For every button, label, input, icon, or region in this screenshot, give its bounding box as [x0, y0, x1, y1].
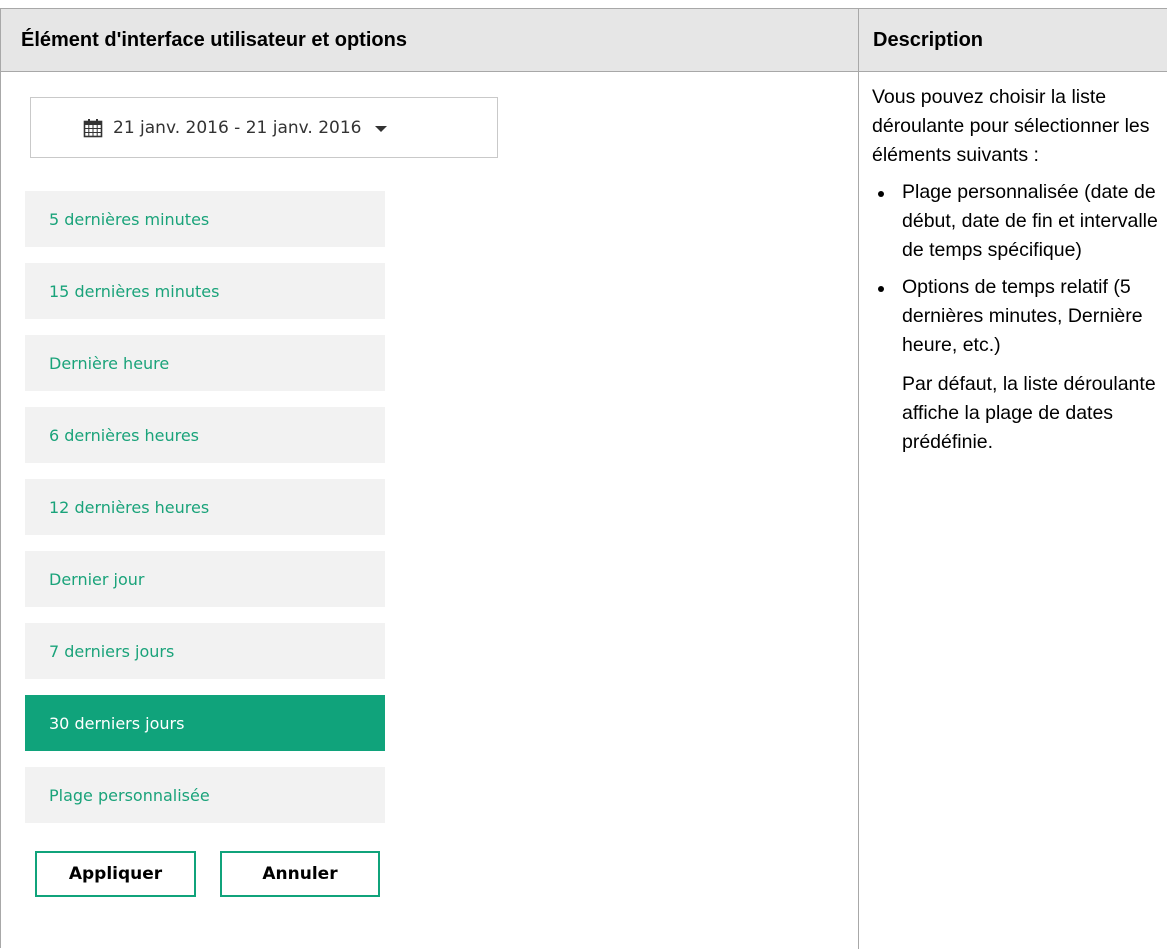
cancel-button[interactable]: Annuler: [220, 851, 380, 897]
range-option-12-hours[interactable]: 12 dernières heures: [25, 479, 385, 535]
description-note: Par défaut, la liste déroulante affiche …: [902, 373, 1156, 453]
calendar-icon: [83, 118, 103, 138]
description-intro: Vous pouvez choisir la liste déroulante …: [872, 86, 1150, 166]
range-option-last-day[interactable]: Dernier jour: [25, 551, 385, 607]
column-divider: [858, 9, 859, 949]
range-option-6-hours[interactable]: 6 dernières heures: [25, 407, 385, 463]
header-ui-elements: Élément d'interface utilisateur et optio…: [21, 29, 407, 51]
apply-button[interactable]: Appliquer: [35, 851, 196, 897]
table-header-row: Élément d'interface utilisateur et optio…: [1, 9, 1167, 72]
date-range-value: 21 janv. 2016 - 21 janv. 2016: [113, 117, 362, 138]
description-bullet-item: Plage personnalisée (date de début, date…: [872, 178, 1167, 265]
range-option-5-minutes[interactable]: 5 dernières minutes: [25, 191, 385, 247]
range-option-last-hour[interactable]: Dernière heure: [25, 335, 385, 391]
range-option-7-days[interactable]: 7 derniers jours: [25, 623, 385, 679]
range-option-30-days[interactable]: 30 derniers jours: [25, 695, 385, 751]
date-range-dropdown[interactable]: 21 janv. 2016 - 21 janv. 2016: [30, 97, 498, 158]
description-bullet-text: Options de temps relatif (5 dernières mi…: [902, 276, 1143, 356]
description-bullet-list: Plage personnalisée (date de début, date…: [872, 178, 1167, 457]
bullet-icon: [878, 286, 884, 292]
description-cell: Vous pouvez choisir la liste déroulante …: [872, 83, 1167, 465]
range-option-custom-range[interactable]: Plage personnalisée: [25, 767, 385, 823]
range-option-15-minutes[interactable]: 15 dernières minutes: [25, 263, 385, 319]
header-description: Description: [873, 29, 984, 51]
description-bullet-text: Plage personnalisée (date de début, date…: [902, 181, 1158, 261]
bullet-icon: [878, 191, 884, 197]
caret-down-icon: [375, 125, 388, 132]
description-bullet-item: Options de temps relatif (5 dernières mi…: [872, 273, 1167, 457]
